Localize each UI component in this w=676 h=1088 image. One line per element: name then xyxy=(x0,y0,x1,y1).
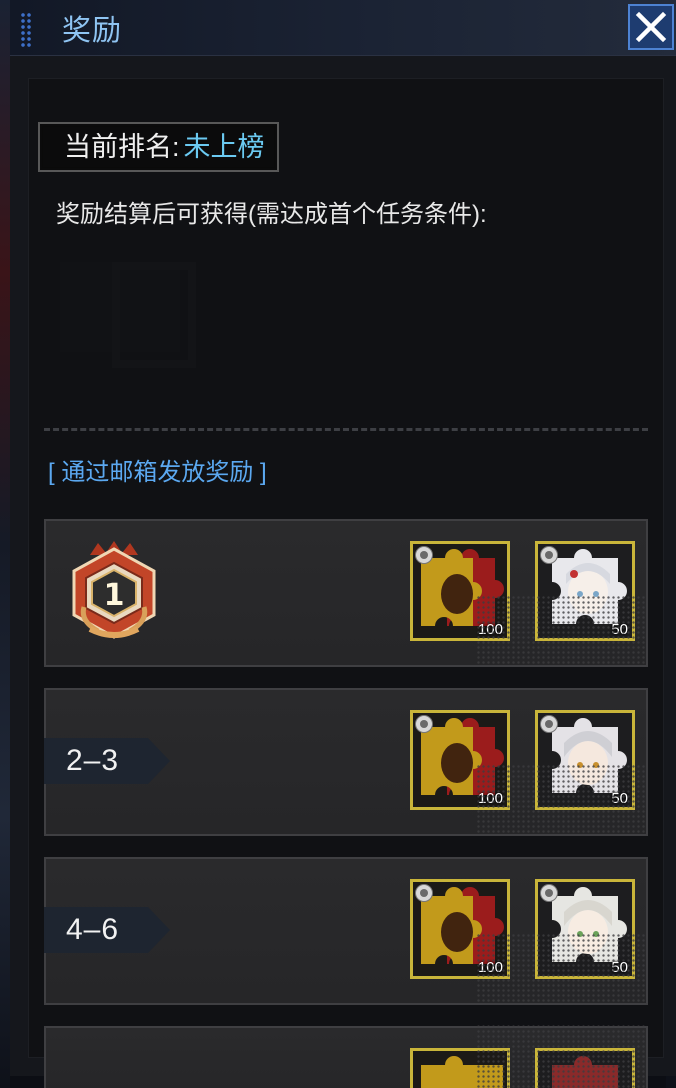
item-quantity: 100 xyxy=(477,790,503,807)
rank-range-text: 4–6 xyxy=(66,913,120,946)
reward-tier-row: 4–6 100 50 xyxy=(44,857,648,1005)
item-quantity: 100 xyxy=(477,959,503,976)
current-rank-label: 当前排名: xyxy=(64,132,180,162)
drag-grip-icon xyxy=(20,12,32,48)
item-quantity: 100 xyxy=(477,621,503,638)
rank-1-medal-icon: 1 xyxy=(68,541,160,646)
rank-range-tag: 4–6 xyxy=(44,907,172,953)
rank-range-text: 2–3 xyxy=(66,744,120,777)
reward-tier-row: 1 100 50 xyxy=(44,519,648,667)
reward-item-red-gold-puzzle[interactable]: 100 xyxy=(410,710,510,810)
item-type-icon xyxy=(540,546,558,564)
reward-tier-row: 2–3 100 50 xyxy=(44,688,648,836)
item-quantity: 50 xyxy=(611,621,628,638)
reward-item-red-gold-puzzle[interactable] xyxy=(410,1048,510,1088)
faded-background-mark xyxy=(60,262,196,368)
reward-item-red-gold-puzzle[interactable]: 100 xyxy=(410,541,510,641)
title-bar: 奖励 xyxy=(10,0,676,56)
item-type-icon xyxy=(540,715,558,733)
current-rank-box: 当前排名: 未上榜 xyxy=(38,122,279,172)
reward-note: 奖励结算后可获得(需达成首个任务条件): xyxy=(56,201,487,228)
close-icon xyxy=(635,11,667,43)
background-left-edge xyxy=(0,0,10,1088)
puzzle-piece-icon xyxy=(413,1051,507,1088)
item-type-icon xyxy=(415,546,433,564)
item-type-icon xyxy=(415,715,433,733)
current-rank-value: 未上榜 xyxy=(183,132,265,162)
mail-notice: [ 通过邮箱发放奖励 ] xyxy=(48,459,267,486)
reward-item-red-gold-puzzle[interactable]: 100 xyxy=(410,879,510,979)
section-divider xyxy=(44,428,648,431)
reward-item-character-puzzle[interactable]: 50 xyxy=(535,879,635,979)
item-type-icon xyxy=(540,884,558,902)
item-quantity: 50 xyxy=(611,790,628,807)
item-type-icon xyxy=(415,884,433,902)
character-portrait-icon xyxy=(538,1051,632,1088)
rank-range-tag: 2–3 xyxy=(44,738,172,784)
reward-item-character-puzzle[interactable]: 50 xyxy=(535,541,635,641)
reward-tier-row xyxy=(44,1024,648,1088)
close-button[interactable] xyxy=(628,4,674,50)
reward-item-character-puzzle[interactable]: 50 xyxy=(535,710,635,810)
item-quantity: 50 xyxy=(611,959,628,976)
window-title: 奖励 xyxy=(62,15,123,47)
reward-item-character-puzzle[interactable] xyxy=(535,1048,635,1088)
svg-text:1: 1 xyxy=(104,578,125,613)
